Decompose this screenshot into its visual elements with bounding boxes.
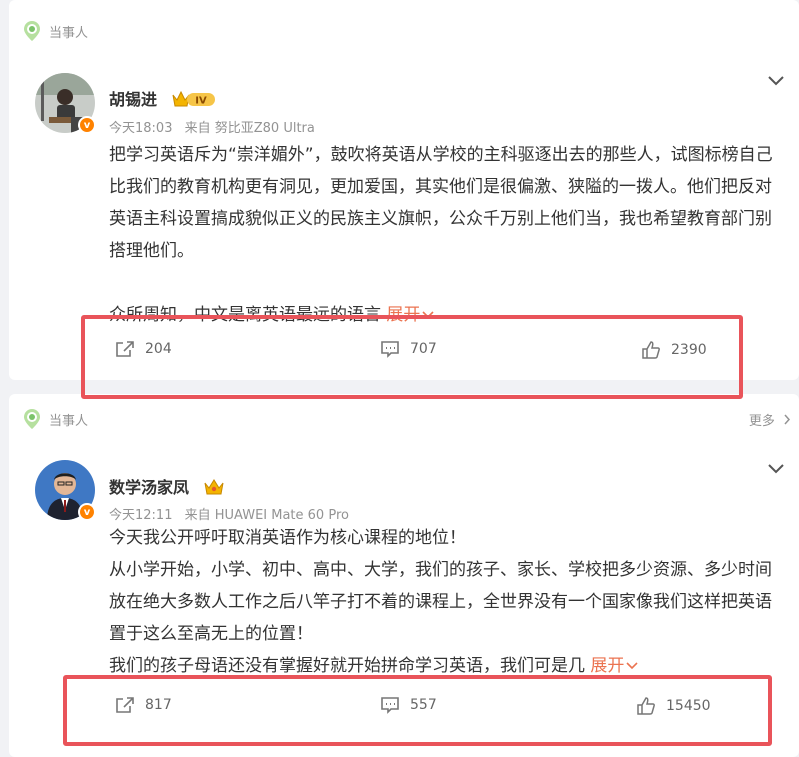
repost-count: 817: [145, 697, 172, 713]
author-name[interactable]: 数学汤家凤: [109, 478, 189, 497]
post-actions: 204 707 2390: [9, 340, 799, 370]
chevron-down-icon: [422, 311, 434, 319]
chevron-down-icon: [626, 662, 638, 670]
member-crown-icon[interactable]: [203, 478, 225, 500]
like-button[interactable]: 15450: [636, 696, 711, 716]
post-paragraph: 从小学开始，小学、初中、高中、大学，我们的孩子、家长、学校把多少资源、多少时间放…: [109, 560, 772, 644]
expand-link[interactable]: 展开: [590, 656, 638, 676]
post-time[interactable]: 今天12:11: [109, 508, 172, 523]
expand-link[interactable]: 展开: [386, 305, 434, 325]
more-link[interactable]: 更多: [749, 410, 791, 429]
repost-icon: [116, 697, 134, 713]
comment-count: 557: [410, 697, 437, 713]
thumbs-up-icon: [637, 697, 655, 715]
comment-button[interactable]: 557: [380, 696, 437, 714]
avatar[interactable]: v: [35, 460, 96, 521]
like-button[interactable]: 2390: [641, 340, 707, 360]
comment-count: 707: [410, 341, 437, 357]
thumbs-up-icon: [642, 341, 660, 359]
post-source: 来自 HUAWEI Mate 60 Pro: [184, 508, 349, 523]
like-count: 15450: [666, 698, 711, 714]
post-tag: 当事人: [23, 408, 88, 430]
post-actions: 817 557 15450: [9, 696, 799, 726]
comment-button[interactable]: 707: [380, 340, 437, 358]
post-card: 当事人 更多 v 数学汤家凤 今天12:11 来自 HUAWEI Mate 60…: [9, 394, 799, 757]
post-time[interactable]: 今天18:03: [109, 121, 172, 136]
repost-icon: [116, 341, 134, 357]
more-label: 更多: [748, 414, 775, 429]
comment-icon: [381, 697, 399, 714]
chevron-right-icon: [783, 414, 791, 429]
post-body: 把学习英语斥为“崇洋媚外”，鼓吹将英语从学校的主科驱逐出去的那些人，试图标榜自己…: [109, 139, 779, 331]
verified-badge: v: [78, 503, 96, 521]
repost-count: 204: [145, 341, 172, 357]
post-tag-label: 当事人: [49, 25, 89, 41]
avatar[interactable]: v: [35, 73, 96, 134]
post-paragraph: 众所周知，中文是离英语最远的语言: [109, 305, 381, 325]
author-name[interactable]: 胡锡进: [109, 90, 157, 109]
member-level: IV: [195, 95, 207, 106]
post-tag-label: 当事人: [49, 413, 89, 429]
comment-icon: [381, 341, 399, 358]
like-count: 2390: [671, 342, 707, 358]
post-paragraph: 把学习英语斥为“崇洋媚外”，鼓吹将英语从学校的主科驱逐出去的那些人，试图标榜自己…: [109, 145, 773, 261]
location-pin-icon: [23, 20, 41, 42]
post-card: 当事人 v 胡锡进 IV 今天18:03 来自 努比亚Z80 Ultra 把学习…: [9, 0, 799, 380]
chevron-down-icon[interactable]: [767, 72, 785, 86]
verified-badge: v: [78, 116, 96, 134]
repost-button[interactable]: 817: [115, 696, 172, 714]
repost-button[interactable]: 204: [115, 340, 172, 358]
post-paragraph: 今天我公开呼吁取消英语作为核心课程的地位！: [109, 528, 466, 548]
post-paragraph: 我们的孩子母语还没有掌握好就开始拼命学习英语，我们可是几: [109, 656, 585, 676]
member-crown-icon[interactable]: IV: [171, 89, 217, 113]
post-body: 今天我公开呼吁取消英语作为核心课程的地位！ 从小学开始，小学、初中、高中、大学，…: [109, 522, 779, 682]
location-pin-icon: [23, 408, 41, 430]
post-tag: 当事人: [23, 20, 88, 42]
post-source: 来自 努比亚Z80 Ultra: [184, 121, 315, 136]
chevron-down-icon[interactable]: [767, 460, 785, 474]
